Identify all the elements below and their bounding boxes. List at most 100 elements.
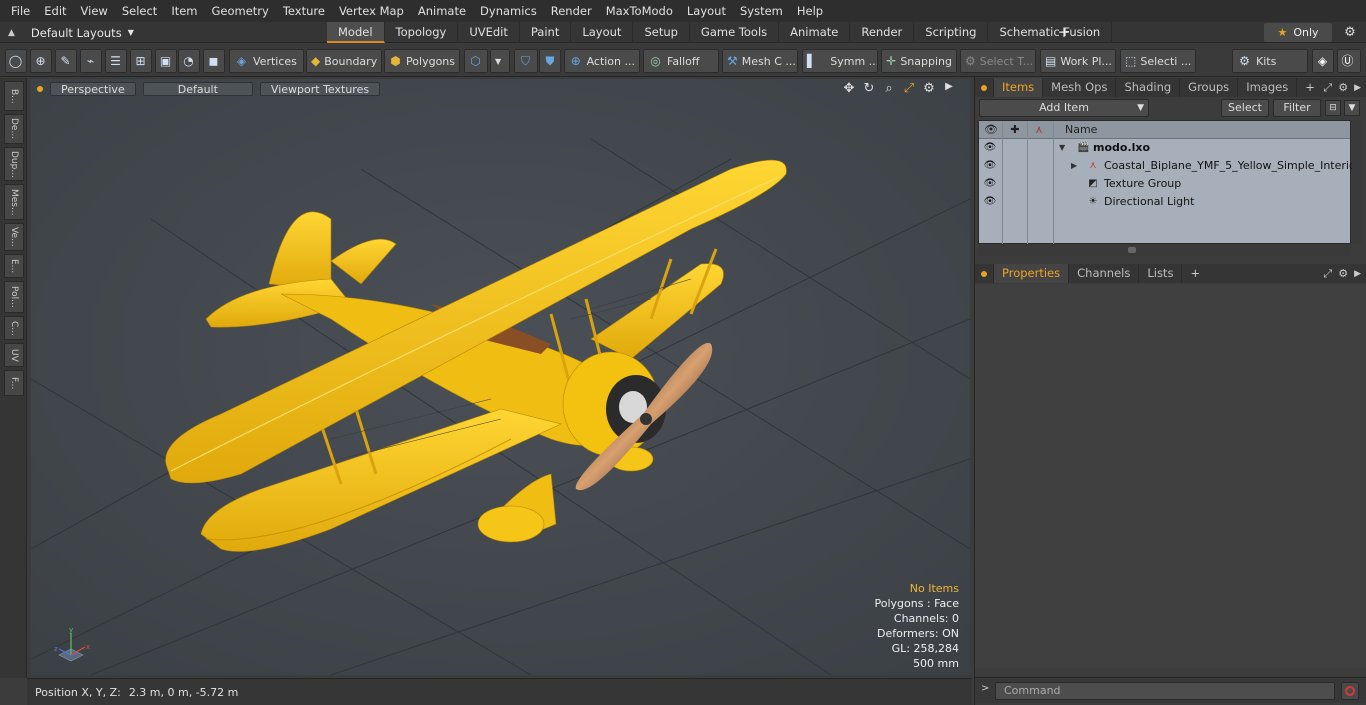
panel-gear-icon[interactable]: ⚙ xyxy=(1338,267,1348,280)
tab-items[interactable]: Items xyxy=(994,78,1044,97)
left-tab-deform[interactable]: De... xyxy=(4,114,24,144)
expand-panel-icon[interactable]: ⤢ xyxy=(1323,267,1332,281)
menu-edit[interactable]: Edit xyxy=(37,0,73,22)
tab-shading[interactable]: Shading xyxy=(1116,78,1181,97)
tab-mesh-ops[interactable]: Mesh Ops xyxy=(1043,78,1117,97)
unreal-button[interactable]: Ⓤ xyxy=(1337,49,1361,73)
list-item[interactable]: 👁 ▶ ⋏ Coastal_Biplane_YMF_5_Yellow_Simpl… xyxy=(979,157,1361,175)
symmetry-shield-button[interactable]: ⛉ xyxy=(514,49,538,73)
select-button[interactable]: Select xyxy=(1221,99,1269,117)
list-item[interactable]: 👁 ☀ Directional Light xyxy=(979,193,1350,211)
tab-scripting[interactable]: Scripting xyxy=(914,22,989,43)
expand-down-icon[interactable]: ▼ xyxy=(1059,139,1065,157)
menu-system[interactable]: System xyxy=(733,0,790,22)
tab-topology[interactable]: Topology xyxy=(385,22,459,43)
shading-mode-button[interactable]: Default xyxy=(142,81,253,96)
add-panel-tab-icon[interactable]: + xyxy=(1297,78,1323,97)
expand-panel-icon[interactable]: ⤢ xyxy=(1323,81,1332,95)
3d-viewport[interactable]: Perspective Default Viewport Textures ✥ … xyxy=(31,79,970,675)
tab-schematic-fusion[interactable]: Schematic Fusion xyxy=(988,22,1113,43)
select-circle-button[interactable]: ◯ xyxy=(5,49,27,73)
tab-properties[interactable]: Properties xyxy=(994,264,1070,283)
boundary-button[interactable]: ◆ Boundary xyxy=(306,49,382,73)
eye-icon[interactable]: 👁 xyxy=(983,141,997,155)
snap-grid-button[interactable]: ⊞ xyxy=(130,49,152,73)
falloff-button[interactable]: ◎ Falloff xyxy=(643,49,719,73)
rotate-view-icon[interactable]: ↻ xyxy=(862,81,876,96)
left-tab-basic[interactable]: B... xyxy=(4,81,24,111)
tab-paint[interactable]: Paint xyxy=(520,22,572,43)
only-button[interactable]: ★ Only xyxy=(1264,23,1332,42)
list-item[interactable]: 👁 ◩ Texture Group xyxy=(979,175,1350,193)
menu-maxtomodo[interactable]: MaxToModo xyxy=(599,0,680,22)
menu-layout[interactable]: Layout xyxy=(680,0,733,22)
menu-select[interactable]: Select xyxy=(115,0,164,22)
expand-right-icon[interactable]: ▶ xyxy=(1071,157,1077,175)
material-dropdown[interactable]: ▼ xyxy=(490,49,510,73)
shield2-button[interactable]: ⛊ xyxy=(539,49,561,73)
filter-button[interactable]: Filter xyxy=(1273,99,1321,117)
square-button[interactable]: ▣ xyxy=(155,49,177,73)
command-input[interactable]: Command xyxy=(995,682,1335,700)
left-tab-mesh-edit[interactable]: Mes... xyxy=(4,184,24,220)
tab-setup[interactable]: Setup xyxy=(633,22,690,43)
menu-view[interactable]: View xyxy=(74,0,115,22)
material-button[interactable]: ⬡ xyxy=(464,49,488,73)
play-arrow-icon[interactable]: ▶ xyxy=(942,81,956,96)
add-tab-icon[interactable]: + xyxy=(1056,22,1072,43)
eye-icon[interactable]: 👁 xyxy=(983,195,997,209)
funnel-icon[interactable]: ▼ xyxy=(1344,100,1360,116)
panel-gear-icon[interactable]: ⚙ xyxy=(1338,81,1348,94)
list-item[interactable]: 👁 ▼ 🎬 modo.lxo xyxy=(979,139,1350,157)
tab-layout[interactable]: Layout xyxy=(571,22,634,43)
clock-button[interactable]: ◔ xyxy=(178,49,200,73)
view-mode-button[interactable]: Perspective xyxy=(50,81,136,96)
unity-button[interactable]: ◈ xyxy=(1312,49,1334,73)
record-macro-icon[interactable] xyxy=(1341,682,1359,700)
tab-model[interactable]: Model xyxy=(327,22,385,43)
viewport-gear-icon[interactable]: ⚙ xyxy=(922,81,936,96)
vertices-button[interactable]: ◈ Vertices xyxy=(229,49,304,73)
kits-button[interactable]: ⚙ Kits xyxy=(1232,49,1308,73)
menu-file[interactable]: File xyxy=(4,0,37,22)
menu-help[interactable]: Help xyxy=(790,0,830,22)
menu-dynamics[interactable]: Dynamics xyxy=(473,0,544,22)
left-tab-fusion[interactable]: F... xyxy=(4,370,24,396)
eye-icon[interactable]: 👁 xyxy=(983,177,997,191)
items-list[interactable]: 👁 ✚ ⋏ Name 👁 ▼ 🎬 modo.lxo 👁 ▶ ⋏ Coastal_… xyxy=(978,120,1361,245)
tab-animate[interactable]: Animate xyxy=(779,22,851,43)
add-panel-tab-icon[interactable]: + xyxy=(1182,264,1208,283)
work-plane-button[interactable]: ▤ Work Pl... xyxy=(1040,49,1116,73)
menu-render[interactable]: Render xyxy=(544,0,599,22)
left-tab-curve[interactable]: C... xyxy=(4,316,24,340)
menu-texture[interactable]: Texture xyxy=(276,0,332,22)
left-tab-edge[interactable]: E... xyxy=(4,254,24,278)
viewport-scene[interactable] xyxy=(31,79,970,675)
maximize-icon[interactable]: ⤢ xyxy=(902,81,916,96)
brush-button[interactable]: ⌁ xyxy=(80,49,102,73)
symmetry-button[interactable]: ▌ Symm ... xyxy=(802,49,878,73)
tab-render[interactable]: Render xyxy=(850,22,915,43)
left-tab-vertex[interactable]: Ve... xyxy=(4,223,24,251)
menu-item[interactable]: Item xyxy=(164,0,204,22)
pen-button[interactable]: ✎ xyxy=(55,49,77,73)
snapping-button[interactable]: ✛ Snapping xyxy=(881,49,957,73)
items-vertical-scrollbar[interactable] xyxy=(1352,120,1362,244)
zoom-view-icon[interactable]: ⌕ xyxy=(882,81,896,96)
move-view-icon[interactable]: ✥ xyxy=(842,81,856,96)
selection-sets-button[interactable]: ⬚ Selecti ... xyxy=(1120,49,1196,73)
default-layouts-dropdown[interactable]: ▲ Default Layouts ▼ xyxy=(8,22,134,43)
globe-button[interactable]: ⊕ xyxy=(30,49,52,73)
scrollbar-thumb[interactable] xyxy=(1128,247,1136,253)
items-horizontal-scrollbar[interactable] xyxy=(978,244,1351,256)
polygons-button[interactable]: ⬢ Polygons xyxy=(384,49,460,73)
tab-lists[interactable]: Lists xyxy=(1139,264,1183,283)
mesh-constraint-button[interactable]: ⚒ Mesh C ... xyxy=(722,49,798,73)
add-item-button[interactable]: Add Item ▼ xyxy=(979,99,1149,117)
name-column-header[interactable]: Name xyxy=(1065,121,1097,139)
viewport-textures-button[interactable]: Viewport Textures xyxy=(259,81,381,96)
eye-icon[interactable]: 👁 xyxy=(983,159,997,173)
left-tab-duplicate[interactable]: Dup... xyxy=(4,147,24,181)
select-through-button[interactable]: ⚙ Select T... xyxy=(960,49,1036,73)
left-tab-polygon[interactable]: Pol... xyxy=(4,281,24,313)
